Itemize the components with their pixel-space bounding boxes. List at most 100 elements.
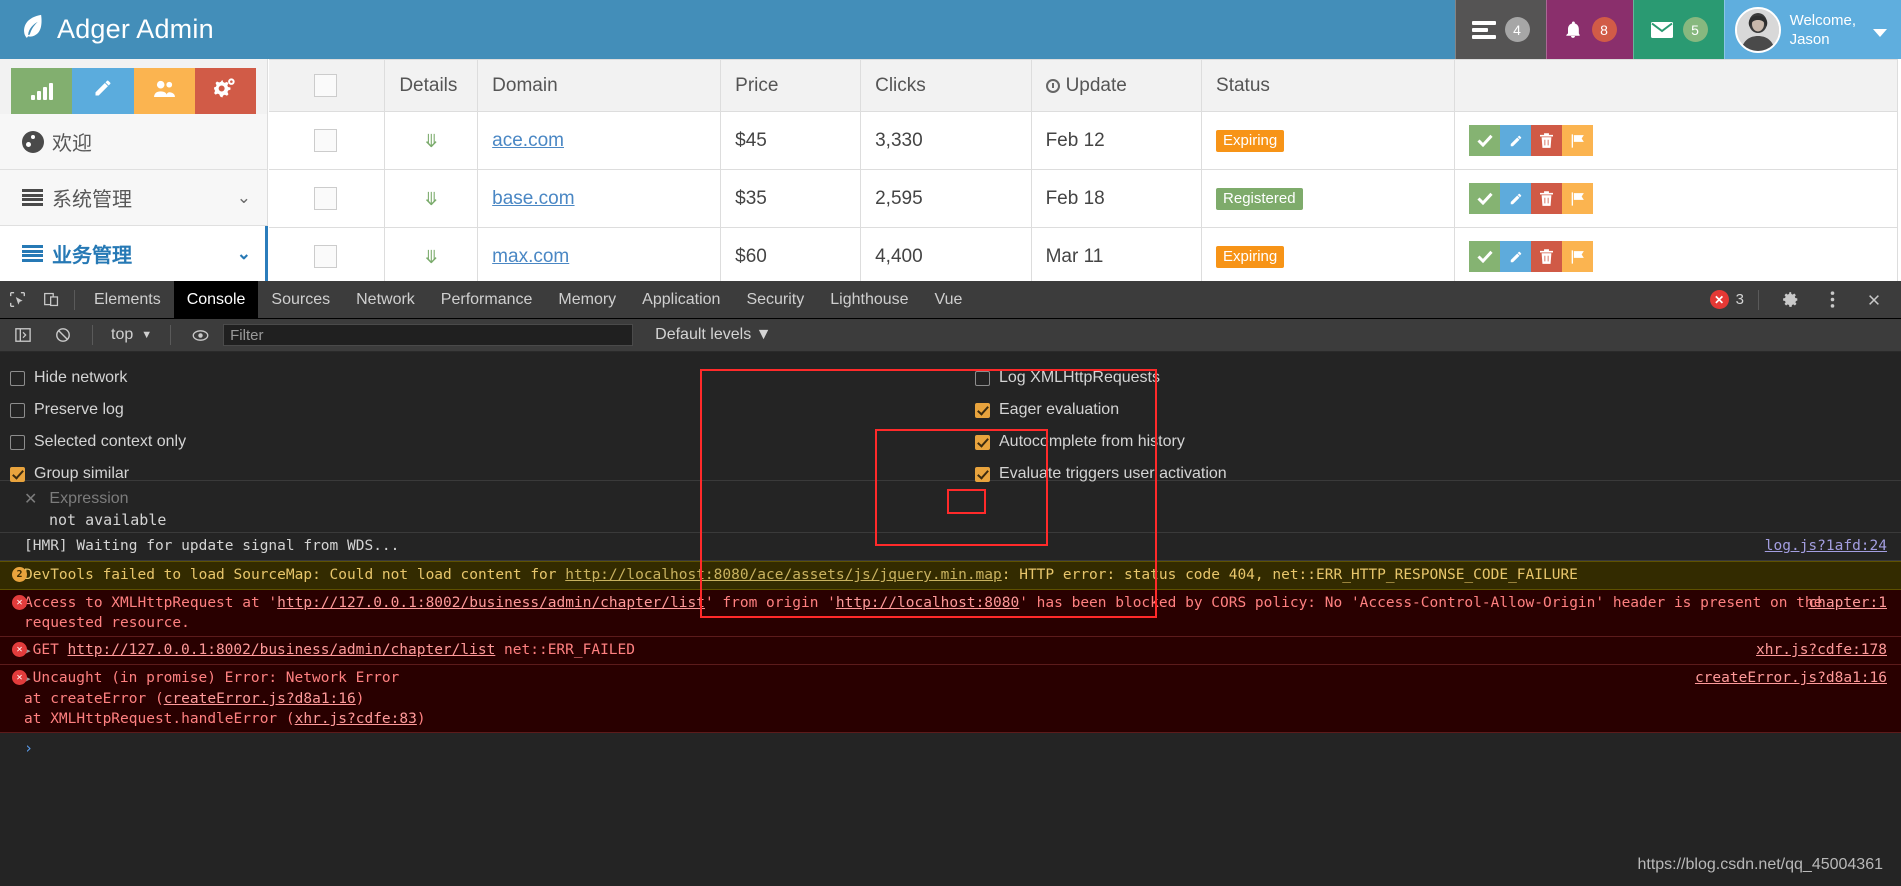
row-details-cell[interactable]: ⤋ [384,227,479,281]
clear-console-icon[interactable] [46,316,80,354]
row-checkbox[interactable] [314,129,338,152]
error-count-indicator[interactable]: ✕ 3 [1709,290,1744,309]
console-prompt[interactable]: › [0,733,1901,757]
tab-performance[interactable]: Performance [428,281,546,319]
setting-autocomplete-history[interactable]: Autocomplete from history [975,426,1227,458]
select-all-checkbox[interactable] [314,74,338,97]
checkbox[interactable] [975,434,990,450]
sidebar-item-business-management[interactable]: 业务管理 ⌄ [0,226,268,282]
setting-hide-network[interactable]: Hide network [10,362,186,394]
row-domain-cell: max.com [477,227,722,281]
row-checkbox[interactable] [314,245,338,268]
row-checkbox[interactable] [314,187,338,210]
setting-log-xhr[interactable]: Log XMLHttpRequests [975,362,1227,394]
close-icon[interactable]: ✕ [24,489,37,509]
checkbox[interactable] [10,434,25,450]
source-link[interactable]: xhr.js?cdfe:178 [1756,640,1887,660]
setting-evaluate-triggers-user-activation[interactable]: Evaluate triggers user activation [975,458,1227,490]
tab-vue[interactable]: Vue [922,281,976,319]
settings-button[interactable] [194,68,256,114]
error-icon: ✕ [12,595,27,610]
delete-button[interactable] [1531,183,1563,214]
warning-icon: 2 [12,567,27,582]
tab-memory[interactable]: Memory [545,281,629,319]
edit-button[interactable] [72,68,134,114]
row-details-cell[interactable]: ⤋ [384,169,479,228]
col-update[interactable]: Update [1030,59,1203,112]
log-levels-dropdown[interactable]: Default levels ▼ [655,326,771,344]
delete-button[interactable] [1531,241,1563,272]
url-link[interactable]: http://localhost:8080 [836,595,1019,611]
chevron-double-down-icon[interactable]: ⤋ [399,248,463,266]
checkbox[interactable] [10,466,25,482]
checkbox[interactable] [975,370,990,386]
stack-frame-link[interactable]: xhr.js?cdfe:83 [295,711,417,727]
approve-button[interactable] [1469,125,1501,156]
stats-button[interactable] [11,68,73,114]
tab-elements[interactable]: Elements [81,281,174,319]
checkbox[interactable] [975,402,990,418]
col-details[interactable]: Details [384,59,479,112]
domain-link[interactable]: max.com [492,246,569,267]
tab-console[interactable]: Console [173,280,259,319]
domain-link[interactable]: ace.com [492,130,564,151]
approve-button[interactable] [1469,183,1501,214]
live-expression-icon[interactable] [183,316,217,354]
row-price-cell: $45 [720,111,862,170]
domain-link[interactable]: base.com [492,188,574,209]
tab-lighthouse[interactable]: Lighthouse [817,281,921,319]
close-devtools-icon[interactable] [1857,281,1891,319]
tab-network[interactable]: Network [343,281,428,319]
tab-application[interactable]: Application [629,281,733,319]
edit-button[interactable] [1500,241,1532,272]
tab-sources[interactable]: Sources [258,281,343,319]
flag-button[interactable] [1562,183,1594,214]
chevron-double-down-icon[interactable]: ⤋ [399,190,463,208]
user-menu[interactable]: Welcome, Jason [1723,0,1901,59]
device-toolbar-icon[interactable] [34,281,68,319]
sidebar-item-system-management[interactable]: 系统管理 ⌄ [0,170,267,226]
row-details-cell[interactable]: ⤋ [384,111,479,170]
inspect-element-icon[interactable] [0,281,34,319]
tasks-button[interactable]: 4 [1454,0,1546,59]
col-domain[interactable]: Domain [477,59,722,112]
flag-button[interactable] [1562,125,1594,156]
checkbox[interactable] [975,466,990,482]
sidebar-toggle-icon[interactable] [6,316,40,354]
tab-security[interactable]: Security [733,281,817,319]
flag-button[interactable] [1562,241,1594,272]
url-link[interactable]: http://127.0.0.1:8002/business/admin/cha… [68,642,496,658]
context-selector[interactable]: top ▼ [105,326,158,344]
gear-icon[interactable] [1773,281,1807,319]
edit-button[interactable] [1500,183,1532,214]
setting-eager-evaluation[interactable]: Eager evaluation [975,394,1227,426]
delete-button[interactable] [1531,125,1563,156]
source-link[interactable]: createError.js?d8a1:16 [1695,668,1887,688]
row-actions-cell [1454,111,1898,170]
filter-input[interactable]: Filter [223,324,634,346]
notifications-button[interactable]: 8 [1545,0,1633,59]
setting-group-similar[interactable]: Group similar [10,458,186,490]
checkbox[interactable] [10,402,25,418]
row-status-cell: Expiring [1201,111,1456,170]
stack-frame-link[interactable]: createError.js?d8a1:16 [164,691,356,707]
col-status[interactable]: Status [1201,59,1456,112]
url-link[interactable]: http://localhost:8080/ace/assets/js/jque… [565,567,1002,583]
sidebar-item-welcome[interactable]: 欢迎 [0,114,267,170]
source-link[interactable]: log.js?1afd:24 [1765,536,1887,556]
live-expression-placeholder[interactable]: Expression [49,490,128,508]
chevron-double-down-icon[interactable]: ⤋ [399,132,463,150]
source-link[interactable]: chapter:1 [1808,593,1887,613]
url-link[interactable]: http://127.0.0.1:8002/business/admin/cha… [277,595,705,611]
col-clicks[interactable]: Clicks [860,59,1032,112]
checkbox[interactable] [10,370,25,386]
more-options-icon[interactable] [1815,281,1849,319]
messages-button[interactable]: 5 [1632,0,1724,59]
setting-preserve-log[interactable]: Preserve log [10,394,186,426]
approve-button[interactable] [1469,241,1501,272]
edit-button[interactable] [1500,125,1532,156]
col-price[interactable]: Price [720,59,862,112]
setting-selected-context-only[interactable]: Selected context only [10,426,186,458]
users-button[interactable] [133,68,195,114]
brand-logo[interactable]: Adger Admin [0,13,214,47]
